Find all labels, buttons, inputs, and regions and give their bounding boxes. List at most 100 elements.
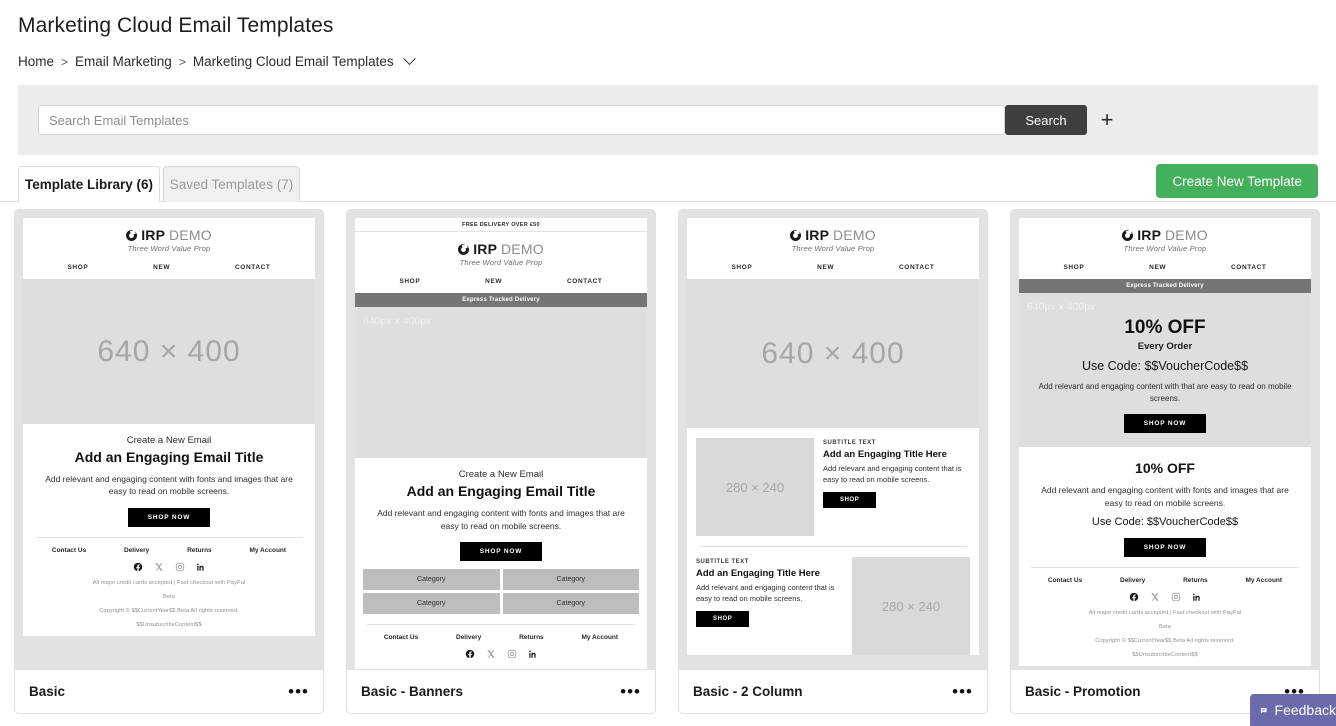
tab-saved-templates[interactable]: Saved Templates (7) (163, 166, 300, 202)
email-brand-header: IRP DEMO Three Word Value Prop (687, 218, 979, 257)
template-name: Basic - Banners (361, 684, 464, 699)
email-mock: FREE DELIVERY OVER £50 IRP DEMO Three Wo… (355, 218, 647, 293)
nav-shop: SHOP (731, 264, 753, 271)
template-name: Basic (29, 684, 66, 699)
footer-link-delivery[interactable]: Delivery (1120, 577, 1145, 584)
instagram-icon (1171, 592, 1180, 601)
thumb-placeholder: 280 × 240 (852, 557, 970, 655)
column-title: Add an Engaging Title Here (823, 449, 947, 460)
category-cell[interactable]: Category (363, 569, 500, 590)
add-filter-icon[interactable]: + (1097, 106, 1117, 134)
email-body: 10% OFF Add relevant and engaging conten… (1019, 447, 1311, 666)
feedback-label: Feedback (1274, 702, 1336, 718)
email-mock: IRP DEMO Three Word Value Prop SHOP NEW … (1019, 218, 1311, 279)
express-delivery-bar: Express Tracked Delivery (1019, 279, 1311, 293)
template-grid: IRP DEMO Three Word Value Prop SHOP NEW … (14, 209, 1320, 714)
nav-new: NEW (817, 264, 835, 271)
breadcrumb-item-email-marketing[interactable]: Email Marketing (75, 54, 172, 69)
shop-now-button[interactable]: SHOP NOW (1123, 414, 1207, 434)
email-body-copy: Add relevant and engaging content with f… (377, 508, 625, 531)
email-mock: IRP DEMO Three Word Value Prop SHOP NEW … (23, 218, 315, 279)
breadcrumb-item-current[interactable]: Marketing Cloud Email Templates (193, 54, 394, 69)
category-cell[interactable]: Category (502, 593, 639, 614)
category-cell[interactable]: Category (502, 569, 639, 590)
shop-now-button[interactable]: SHOP NOW (127, 507, 211, 527)
page-title: Marketing Cloud Email Templates (18, 14, 334, 37)
two-column-row: 280 × 240 SUBTITLE TEXT Add an Engaging … (687, 428, 979, 536)
facebook-icon (465, 649, 474, 659)
promo-voucher-code: Use Code: $$VoucherCode$$ (1081, 359, 1249, 373)
chevron-down-icon[interactable] (402, 52, 416, 66)
template-card-basic-promotion[interactable]: IRP DEMO Three Word Value Prop SHOP NEW … (1010, 209, 1320, 714)
email-body-copy: Add relevant and engaging content with f… (45, 474, 293, 497)
footer-link-my-account[interactable]: My Account (581, 634, 618, 641)
footer-link-contact-us[interactable]: Contact Us (52, 547, 86, 554)
card-menu-icon[interactable]: ••• (288, 683, 309, 700)
tab-template-library[interactable]: Template Library (6) (18, 166, 160, 203)
email-body: 280 × 240 SUBTITLE TEXT Add an Engaging … (687, 428, 979, 655)
column-copy: Add relevant and engaging content that i… (696, 583, 835, 603)
shop-now-button[interactable]: SHOP NOW (459, 542, 543, 561)
brand-tagline: Three Word Value Prop (791, 244, 875, 253)
template-card-basic-banners[interactable]: FREE DELIVERY OVER £50 IRP DEMO Three Wo… (346, 209, 656, 714)
two-column-row-reversed: SUBTITLE TEXT Add an Engaging Title Here… (687, 547, 979, 655)
category-cell[interactable]: Category (363, 593, 500, 614)
footer-link-returns[interactable]: Returns (519, 634, 544, 641)
breadcrumb-item-home[interactable]: Home (18, 54, 54, 69)
card-menu-icon[interactable]: ••• (952, 683, 973, 700)
nav-shop: SHOP (399, 278, 421, 285)
footer-link-contact-us[interactable]: Contact Us (384, 634, 418, 641)
linkedin-icon (1192, 593, 1200, 601)
fine-print-copyright: Copyright © $$CurrentYear$$ Beta All rig… (23, 599, 315, 614)
card-menu-icon[interactable]: ••• (620, 683, 641, 700)
hero-placeholder: 640px x 400px (355, 307, 647, 459)
promo-hero: 640px x 400px 10% OFF Every Order Use Co… (1019, 293, 1311, 448)
facebook-icon (1129, 592, 1138, 601)
brand-name: IRP DEMO (805, 227, 876, 243)
email-body-copy: Add relevant and engaging content with f… (1041, 485, 1289, 508)
email-footer-links: Contact Us Delivery Returns My Account (355, 625, 647, 641)
email-footer-links: Contact Us Delivery Returns My Account (23, 537, 315, 554)
footer-link-my-account[interactable]: My Account (1245, 577, 1282, 584)
brand-name: IRP DEMO (473, 241, 544, 257)
email-brand-header: IRP DEMO Three Word Value Prop (1019, 218, 1311, 257)
feedback-widget[interactable]: Feedback (1250, 694, 1336, 726)
nav-contact: CONTACT (1231, 264, 1267, 271)
x-icon (1150, 593, 1159, 601)
shop-button[interactable]: SHOP (823, 492, 877, 508)
email-title: Add an Engaging Email Title (406, 483, 596, 500)
email-eyebrow: Create a New Email (126, 435, 212, 446)
nav-contact: CONTACT (235, 264, 271, 271)
footer-link-returns[interactable]: Returns (187, 547, 212, 554)
search-button[interactable]: Search (1005, 105, 1087, 135)
thumb-placeholder: 280 × 240 (696, 438, 814, 536)
footer-link-my-account[interactable]: My Account (249, 547, 286, 554)
search-toolbar: Search + (18, 85, 1318, 155)
fine-print-company: Beta (23, 585, 315, 600)
promo-percent-secondary: 10% OFF (1135, 460, 1195, 477)
template-name: Basic - 2 Column (693, 684, 803, 699)
template-card-basic[interactable]: IRP DEMO Three Word Value Prop SHOP NEW … (14, 209, 324, 714)
instagram-icon (507, 649, 516, 659)
fine-print-copyright: Copyright © $$CurrentYear$$ Beta All rig… (1019, 629, 1311, 644)
breadcrumb-separator: > (61, 54, 69, 69)
x-icon (154, 562, 163, 571)
footer-link-contact-us[interactable]: Contact Us (1048, 577, 1082, 584)
search-input[interactable] (38, 105, 1005, 135)
template-name: Basic - Promotion (1025, 684, 1141, 699)
create-new-template-button[interactable]: Create New Template (1156, 164, 1318, 198)
template-card-basic-2-column[interactable]: IRP DEMO Three Word Value Prop SHOP NEW … (678, 209, 988, 714)
footer-link-delivery[interactable]: Delivery (456, 634, 481, 641)
column-subtitle: SUBTITLE TEXT (696, 559, 749, 565)
shop-button[interactable]: SHOP (696, 611, 750, 627)
email-brand-header: IRP DEMO Three Word Value Prop (23, 218, 315, 257)
email-nav: SHOP NEW CONTACT (23, 257, 315, 279)
shop-now-button[interactable]: SHOP NOW (1123, 537, 1207, 557)
irp-logo-icon (455, 241, 472, 257)
nav-new: NEW (153, 264, 171, 271)
template-preview: FREE DELIVERY OVER £50 IRP DEMO Three Wo… (347, 210, 655, 669)
footer-link-delivery[interactable]: Delivery (124, 547, 149, 554)
page-root: Marketing Cloud Email Templates Home > E… (0, 0, 1336, 726)
footer-link-returns[interactable]: Returns (1183, 577, 1208, 584)
template-preview: IRP DEMO Three Word Value Prop SHOP NEW … (679, 210, 987, 669)
